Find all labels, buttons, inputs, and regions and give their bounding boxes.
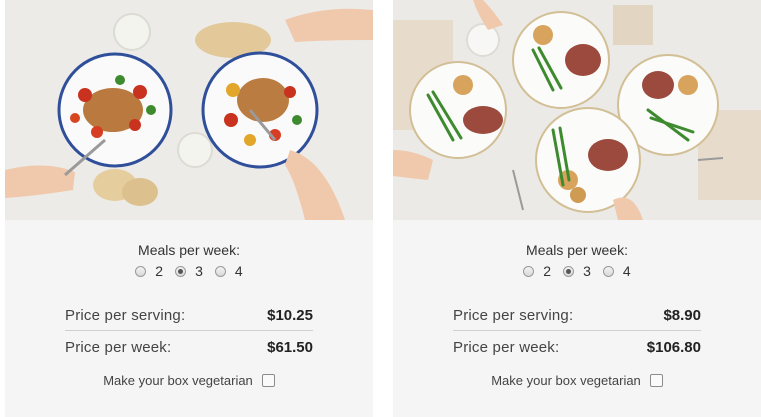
vegetarian-checkbox[interactable] [261, 374, 275, 387]
meal-photo [393, 0, 761, 220]
radio-button[interactable] [135, 265, 147, 277]
meals-option-2[interactable]: 2 [135, 263, 163, 279]
meals-option-label: 2 [155, 263, 164, 279]
meals-option-label: 2 [543, 263, 552, 279]
meal-photo [5, 0, 373, 220]
price-per-week-value: $106.80 [646, 338, 701, 356]
radio-button[interactable] [523, 265, 535, 277]
plan-card-4-person: Meals per week: 2 3 4 Price per serving:… [393, 0, 761, 417]
meals-per-week-label: Meals per week: [138, 242, 240, 258]
meals-per-week-options: 2 3 4 [393, 263, 761, 279]
price-per-week-label: Price per week: [65, 338, 172, 356]
price-per-serving-label: Price per serving: [65, 306, 186, 324]
vegetarian-checkbox[interactable] [649, 374, 663, 387]
meals-option-label: 4 [622, 263, 631, 279]
meals-per-week-options: 2 3 4 [5, 263, 373, 279]
vegetarian-label: Make your box vegetarian [103, 373, 253, 388]
vegetarian-label: Make your box vegetarian [491, 373, 641, 388]
meals-option-label: 3 [195, 263, 203, 279]
meals-option-label: 4 [234, 263, 243, 279]
price-per-serving-label: Price per serving: [453, 306, 574, 324]
meals-option-3[interactable]: 3 [563, 263, 591, 279]
price-per-week-label: Price per week: [453, 338, 560, 356]
price-per-week-row: Price per week: $106.80 [453, 333, 701, 361]
price-per-serving-value: $8.90 [663, 306, 701, 324]
price-per-week-row: Price per week: $61.50 [65, 333, 313, 361]
price-per-week-value: $61.50 [267, 338, 313, 356]
vegetarian-option[interactable]: Make your box vegetarian [5, 373, 373, 388]
price-per-serving-value: $10.25 [267, 306, 313, 324]
meals-option-4[interactable]: 4 [214, 263, 243, 279]
radio-button[interactable] [602, 265, 614, 277]
meals-option-2[interactable]: 2 [523, 263, 551, 279]
meals-option-4[interactable]: 4 [602, 263, 631, 279]
pork-chop-meal-image [5, 0, 373, 220]
price-per-serving-row: Price per serving: $8.90 [453, 301, 701, 329]
meals-option-3[interactable]: 3 [175, 263, 203, 279]
plan-card-2-person: Meals per week: 2 3 4 Price per serving:… [5, 0, 373, 417]
radio-button[interactable] [214, 265, 226, 277]
steak-meal-image [393, 0, 761, 220]
price-divider [453, 330, 701, 331]
meals-per-week-label: Meals per week: [526, 242, 628, 258]
vegetarian-option[interactable]: Make your box vegetarian [393, 373, 761, 388]
radio-button-selected[interactable] [175, 265, 187, 277]
radio-button-selected[interactable] [563, 265, 575, 277]
price-divider [65, 330, 313, 331]
meals-option-label: 3 [583, 263, 591, 279]
price-per-serving-row: Price per serving: $10.25 [65, 301, 313, 329]
